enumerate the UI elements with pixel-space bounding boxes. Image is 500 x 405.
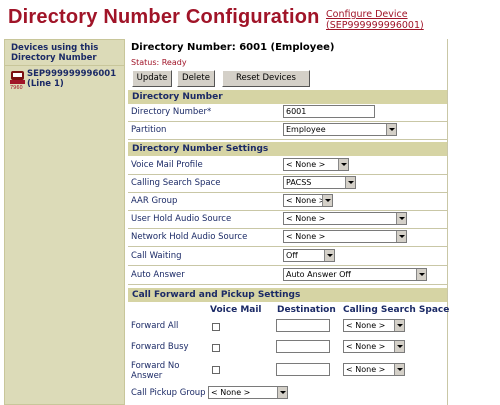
forward-busy-voicemail-checkbox[interactable] — [212, 344, 220, 352]
forward-all-voicemail-checkbox[interactable] — [212, 323, 220, 331]
column-destination: Destination — [277, 305, 336, 315]
network-hold-value: < None > — [286, 232, 326, 241]
device-sidebar: Devices using this Directory Number 7960… — [4, 39, 125, 405]
label-aar-group: AAR Group — [131, 196, 178, 206]
call-pickup-group-value: < None > — [211, 388, 251, 397]
label-call-waiting: Call Waiting — [131, 251, 182, 261]
chevron-down-icon[interactable] — [386, 124, 396, 135]
auto-answer-value: Auto Answer Off — [286, 270, 351, 279]
label-call-pickup-group: Call Pickup Group — [131, 388, 206, 398]
content-border — [447, 39, 448, 405]
forward-all-destination-input[interactable] — [276, 319, 330, 332]
forward-busy-destination-input[interactable] — [276, 340, 330, 353]
chevron-down-icon[interactable] — [324, 250, 334, 261]
delete-button[interactable]: Delete — [177, 70, 215, 87]
row-forward-busy: Forward Busy < None > — [128, 340, 447, 357]
reset-devices-button[interactable]: Reset Devices — [222, 70, 310, 87]
aar-group-select[interactable]: < None > — [283, 194, 333, 207]
device-list-item[interactable]: 7960 SEP999999996001 (Line 1) — [5, 66, 124, 94]
row-call-pickup-group: Call Pickup Group < None > — [128, 386, 447, 403]
row-forward-all: Forward All < None > — [128, 319, 447, 336]
partition-value: Employee — [286, 125, 326, 134]
ip-phone-icon: 7960 — [9, 70, 26, 91]
forward-busy-css-select[interactable]: < None > — [343, 340, 405, 353]
chevron-down-icon[interactable] — [394, 341, 404, 352]
sidebar-header: Devices using this Directory Number — [5, 40, 124, 66]
chevron-down-icon[interactable] — [277, 387, 287, 398]
forward-busy-css-value: < None > — [346, 342, 386, 351]
directory-number-input[interactable]: 6001 — [283, 105, 375, 118]
label-auto-answer: Auto Answer — [131, 270, 185, 280]
section-dn-settings: Directory Number Settings — [128, 142, 447, 156]
forward-no-answer-css-value: < None > — [346, 365, 386, 374]
update-button[interactable]: Update — [132, 70, 172, 87]
configure-device-link[interactable]: Configure Device (SEP999999996001) — [326, 9, 500, 31]
label-voice-mail-profile: Voice Mail Profile — [131, 160, 203, 170]
row-partition: Partition Employee — [128, 123, 447, 140]
chevron-down-icon[interactable] — [338, 159, 348, 170]
label-forward-no-answer: Forward No Answer — [131, 361, 179, 381]
row-auto-answer: Auto Answer Auto Answer Off — [128, 268, 447, 285]
row-voice-mail-profile: Voice Mail Profile < None > — [128, 158, 447, 175]
chevron-down-icon[interactable] — [396, 231, 406, 242]
forward-no-answer-destination-input[interactable] — [276, 363, 330, 376]
row-network-hold: Network Hold Audio Source < None > — [128, 230, 447, 247]
label-forward-no-answer-line2: Answer — [131, 371, 163, 381]
partition-select[interactable]: Employee — [283, 123, 397, 136]
row-directory-number: Directory Number* 6001 — [128, 105, 447, 122]
column-calling-search-space: Calling Search Space — [343, 305, 450, 315]
row-call-waiting: Call Waiting Off — [128, 249, 447, 266]
page-title: Directory Number Configuration — [8, 6, 320, 28]
label-forward-busy: Forward Busy — [131, 342, 189, 352]
chevron-down-icon[interactable] — [345, 177, 355, 188]
label-partition: Partition — [131, 125, 167, 135]
chevron-down-icon[interactable] — [394, 364, 404, 375]
call-pickup-group-select[interactable]: < None > — [208, 386, 288, 399]
chevron-down-icon[interactable] — [396, 213, 406, 224]
device-name[interactable]: SEP999999996001 (Line 1) — [27, 69, 116, 89]
section-call-forward: Call Forward and Pickup Settings — [128, 288, 447, 302]
chevron-down-icon[interactable] — [322, 195, 332, 206]
label-directory-number: Directory Number* — [131, 107, 212, 117]
voice-mail-profile-select[interactable]: < None > — [283, 158, 349, 171]
forward-no-answer-voicemail-checkbox[interactable] — [212, 366, 220, 374]
row-aar-group: AAR Group < None > — [128, 194, 447, 211]
status-value: Ready — [161, 58, 187, 67]
network-hold-select[interactable]: < None > — [283, 230, 407, 243]
calling-search-space-value: PACSS — [286, 178, 312, 187]
label-calling-search-space: Calling Search Space — [131, 178, 221, 188]
device-line: (Line 1) — [27, 79, 64, 89]
device-id[interactable]: SEP999999996001 — [27, 69, 116, 79]
user-hold-value: < None > — [286, 214, 326, 223]
call-waiting-value: Off — [286, 251, 298, 260]
chevron-down-icon[interactable] — [416, 269, 426, 280]
column-voice-mail: Voice Mail — [210, 305, 262, 315]
section-directory-number: Directory Number — [128, 90, 447, 104]
status-label: Status: — [131, 58, 160, 67]
call-waiting-select[interactable]: Off — [283, 249, 335, 262]
forward-all-css-value: < None > — [346, 321, 386, 330]
svg-text:7960: 7960 — [10, 85, 23, 90]
dn-header: Directory Number: 6001 (Employee) — [131, 42, 335, 53]
row-calling-search-space: Calling Search Space PACSS — [128, 176, 447, 193]
calling-search-space-select[interactable]: PACSS — [283, 176, 356, 189]
label-forward-no-answer-line1: Forward No — [131, 361, 180, 371]
aar-group-value: < None > — [286, 196, 326, 205]
label-network-hold: Network Hold Audio Source — [131, 232, 248, 242]
user-hold-select[interactable]: < None > — [283, 212, 407, 225]
chevron-down-icon[interactable] — [394, 320, 404, 331]
label-user-hold: User Hold Audio Source — [131, 214, 232, 224]
label-forward-all: Forward All — [131, 321, 179, 331]
auto-answer-select[interactable]: Auto Answer Off — [283, 268, 427, 281]
row-forward-no-answer: Forward No Answer < None > — [128, 359, 447, 383]
row-user-hold: User Hold Audio Source < None > — [128, 212, 447, 229]
forward-all-css-select[interactable]: < None > — [343, 319, 405, 332]
voice-mail-profile-value: < None > — [286, 160, 326, 169]
forward-no-answer-css-select[interactable]: < None > — [343, 363, 405, 376]
status-text: Status: Ready — [131, 58, 187, 67]
